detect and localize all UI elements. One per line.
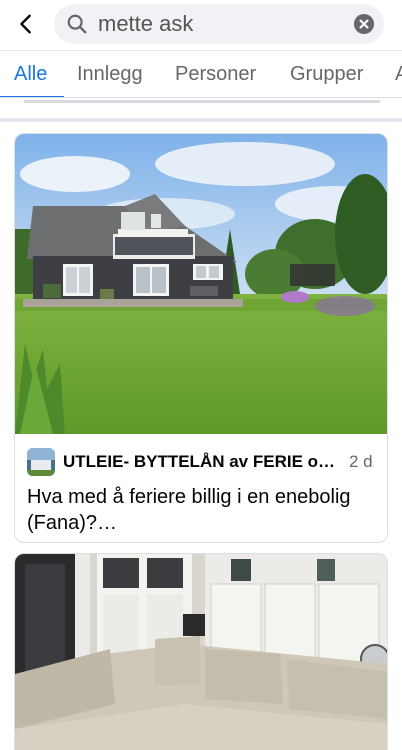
search-box[interactable] <box>54 4 384 44</box>
group-avatar-image <box>27 448 55 476</box>
group-avatar[interactable] <box>27 448 55 476</box>
post-meta-row: UTLEIE- BYTTELÅN av FERIE ob… 2 d <box>27 448 379 476</box>
previous-content-edge <box>24 100 380 103</box>
tab-groups[interactable]: Grupper <box>290 63 363 86</box>
search-icon <box>67 14 87 34</box>
post-result-card[interactable]: UTLEIE- BYTTELÅN av FERIE ob… 2 d Hva me… <box>14 133 388 543</box>
post-result-card[interactable] <box>14 553 388 750</box>
arrow-left-icon <box>20 14 31 34</box>
search-header <box>0 0 402 50</box>
search-filter-tabs: Alle Innlegg Personer Grupper A <box>0 50 402 98</box>
back-button[interactable] <box>10 8 42 40</box>
clear-search-button[interactable] <box>354 14 374 34</box>
post-age: 2 d <box>349 452 373 471</box>
tab-posts[interactable]: Innlegg <box>77 63 143 86</box>
active-tab-indicator <box>0 96 64 97</box>
tab-all[interactable]: Alle <box>14 63 47 86</box>
post-text[interactable]: Hva med å feriere billig i en enebolig (… <box>27 484 377 536</box>
tab-people[interactable]: Personer <box>175 63 256 86</box>
section-divider <box>0 118 402 122</box>
search-input[interactable] <box>98 4 348 44</box>
post-photo-sofa[interactable] <box>15 554 388 750</box>
post-photo-house[interactable] <box>15 134 388 434</box>
tab-more[interactable]: A <box>395 63 402 86</box>
close-icon <box>359 19 369 29</box>
group-name-link[interactable]: UTLEIE- BYTTELÅN av FERIE ob… <box>63 452 345 472</box>
